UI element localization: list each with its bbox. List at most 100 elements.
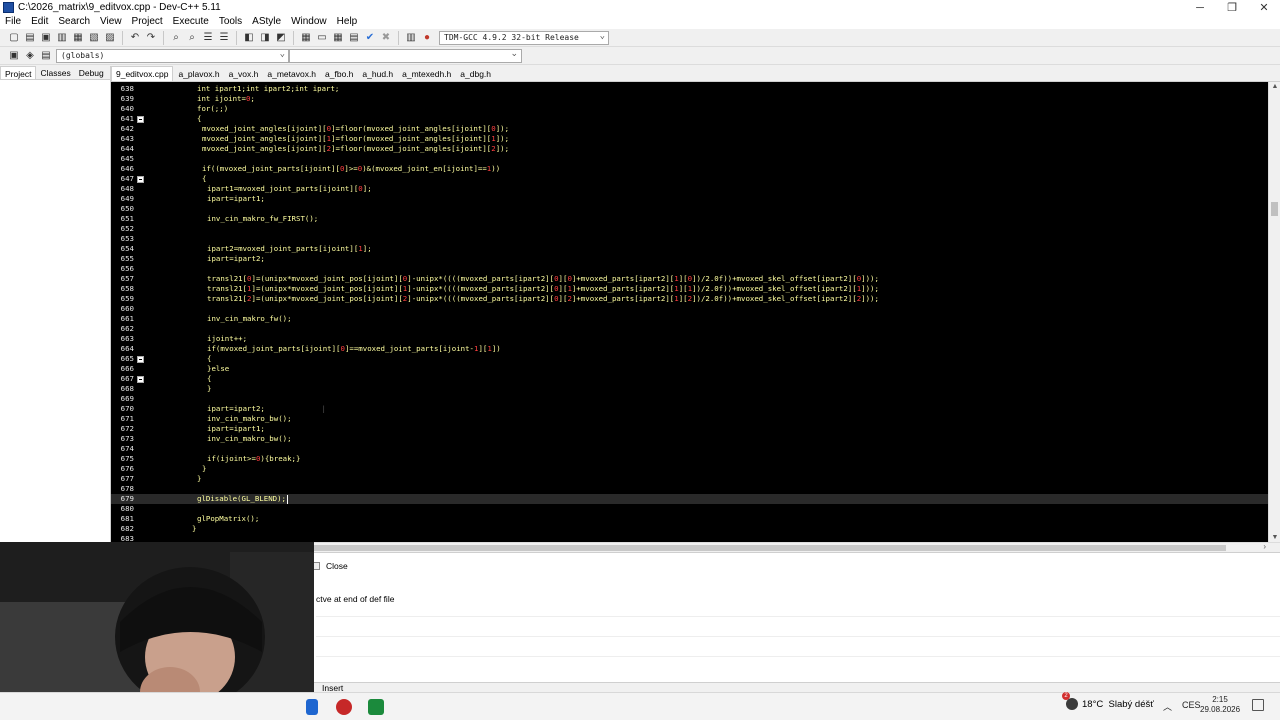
file-tab-a-plavox[interactable]: a_plavox.h [174, 67, 223, 81]
code-line[interactable]: 646 if((mvoxed_joint_parts[ijoint][0]>=0)… [111, 164, 1268, 174]
weather-widget[interactable]: 2 18°C Slabý déšť [1062, 692, 1154, 710]
code-line[interactable]: 675 if(ijoint>=0){break;} [111, 454, 1268, 464]
redo-icon[interactable]: ↷ [144, 31, 158, 45]
code-line[interactable]: 656 [111, 264, 1268, 274]
file-tab-a-fbo[interactable]: a_fbo.h [321, 67, 357, 81]
find-icon[interactable]: ⌕ [169, 31, 183, 45]
code-line[interactable]: 663 ijoint++; [111, 334, 1268, 344]
code-line[interactable]: 658 transl21[1]=(unipx*mvoxed_joint_pos[i… [111, 284, 1268, 294]
tab-debug[interactable]: Debug [75, 66, 108, 79]
insert-icon[interactable]: ▤ [39, 49, 53, 63]
unindent-icon[interactable]: ☰ [217, 31, 231, 45]
open-file-icon[interactable]: ▤ [23, 31, 37, 45]
code-line[interactable]: 672 ipart=ipart1; [111, 424, 1268, 434]
code-line[interactable]: 664 if(mvoxed_joint_parts[ijoint][0]==mvo… [111, 344, 1268, 354]
fold-toggle-icon[interactable] [137, 176, 144, 183]
fold-toggle-icon[interactable] [137, 116, 144, 123]
members-select[interactable] [289, 48, 522, 63]
code-line[interactable]: 652 [111, 224, 1268, 234]
code-line[interactable]: 667 { [111, 374, 1268, 384]
check-syntax-icon[interactable]: ✔ [363, 31, 377, 45]
code-line[interactable]: 654 ipart2=mvoxed_joint_parts[ijoint][1]; [111, 244, 1268, 254]
scroll-down-icon[interactable]: ▼ [1269, 534, 1280, 541]
goto-icon[interactable]: ◈ [23, 49, 37, 63]
replace-icon[interactable]: ⌕ [185, 31, 199, 45]
chart-icon[interactable]: ▥ [404, 31, 418, 45]
menu-execute[interactable]: Execute [168, 15, 214, 29]
compile-icon[interactable]: ▦ [299, 31, 313, 45]
code-line[interactable]: 657 transl21[0]=(unipx*mvoxed_joint_pos[i… [111, 274, 1268, 284]
close-all-icon[interactable]: ▧ [87, 31, 101, 45]
code-editor[interactable]: 638 int ipart1;int ipart2;int ipart; 639 in… [111, 82, 1268, 542]
code-line[interactable]: 650 [111, 204, 1268, 214]
menu-search[interactable]: Search [53, 15, 95, 29]
menu-help[interactable]: Help [332, 15, 363, 29]
chrome-icon[interactable] [336, 699, 352, 715]
scroll-right-icon[interactable]: › [1263, 542, 1266, 551]
code-line[interactable]: 661 inv_cin_makro_fw(); [111, 314, 1268, 324]
tab-project[interactable]: Project [0, 66, 37, 79]
code-line[interactable]: 659 transl21[2]=(unipx*mvoxed_joint_pos[i… [111, 294, 1268, 304]
menu-edit[interactable]: Edit [26, 15, 53, 29]
indent-icon[interactable]: ☰ [201, 31, 215, 45]
code-line[interactable]: 677} [111, 474, 1268, 484]
compiler-select[interactable]: TDM-GCC 4.9.2 32-bit Release [439, 30, 609, 45]
save-icon[interactable]: ▣ [39, 31, 53, 45]
code-line[interactable]: 669 [111, 394, 1268, 404]
code-line[interactable]: 647 { [111, 174, 1268, 184]
class-browser-icon[interactable]: ▣ [7, 49, 21, 63]
menu-project[interactable]: Project [127, 15, 168, 29]
code-line[interactable]: 681 glPopMatrix(); [111, 514, 1268, 524]
code-line[interactable]: 645 [111, 154, 1268, 164]
code-line[interactable]: 660 [111, 304, 1268, 314]
minimize-button[interactable]: ─ [1184, 0, 1216, 15]
fold-toggle-icon[interactable] [137, 376, 144, 383]
fold-toggle-icon[interactable] [137, 356, 144, 363]
back-icon[interactable]: ◧ [242, 31, 256, 45]
menu-tools[interactable]: Tools [214, 15, 247, 29]
stop-icon[interactable]: ✖ [379, 31, 393, 45]
rebuild-icon[interactable]: ▤ [347, 31, 361, 45]
code-line[interactable]: 651 inv_cin_makro_fw_FIRST(); [111, 214, 1268, 224]
globals-select[interactable]: (globals) [56, 48, 289, 63]
code-line[interactable]: 642 mvoxed_joint_angles[ijoint][0]=floor(… [111, 124, 1268, 134]
menu-window[interactable]: Window [286, 15, 332, 29]
code-line[interactable]: 639 int ijoint=0; [111, 94, 1268, 104]
taskbar-app-icon[interactable] [306, 699, 318, 715]
scroll-up-icon[interactable]: ▲ [1269, 83, 1280, 90]
code-line[interactable]: 683 [111, 534, 1268, 542]
new-file-icon[interactable]: ▢ [7, 31, 21, 45]
undo-icon[interactable]: ↶ [128, 31, 142, 45]
code-line[interactable]: 649 ipart=ipart1; [111, 194, 1268, 204]
code-line[interactable]: 674 [111, 444, 1268, 454]
code-line[interactable]: 673 inv_cin_makro_bw(); [111, 434, 1268, 444]
taskbar-clock[interactable]: 2:15 29.08.2026 [1200, 695, 1240, 715]
save-all-icon[interactable]: ▥ [55, 31, 69, 45]
code-line[interactable]: 655 ipart=ipart2; [111, 254, 1268, 264]
vertical-scrollbar[interactable]: ▲ ▼ [1268, 82, 1280, 542]
code-line[interactable]: 666}else [111, 364, 1268, 374]
vertical-scroll-thumb[interactable] [1271, 202, 1278, 216]
code-line[interactable]: 678 [111, 484, 1268, 494]
close-window-button[interactable]: ✕ [1248, 0, 1280, 15]
forward-icon[interactable]: ◨ [258, 31, 272, 45]
code-line[interactable]: 679 glDisable(GL_BLEND); [111, 494, 1268, 504]
close-output-button[interactable]: Close [312, 559, 348, 573]
code-line[interactable]: 665 { [111, 354, 1268, 364]
file-tab-a-hud[interactable]: a_hud.h [358, 67, 397, 81]
run-icon[interactable]: ▭ [315, 31, 329, 45]
bookmark-icon[interactable]: ◩ [274, 31, 288, 45]
notifications-icon[interactable] [1252, 699, 1264, 711]
file-tab-a-vox[interactable]: a_vox.h [225, 67, 263, 81]
code-line[interactable]: 643 mvoxed_joint_angles[ijoint][1]=floor(… [111, 134, 1268, 144]
code-line[interactable]: 640 for(;;) [111, 104, 1268, 114]
devcpp-taskbar-icon[interactable] [368, 699, 384, 715]
compile-run-icon[interactable]: ▦ [331, 31, 345, 45]
code-line[interactable]: 641 { [111, 114, 1268, 124]
code-line[interactable]: 668} [111, 384, 1268, 394]
file-tab-9-editvox[interactable]: 9_editvox.cpp [111, 66, 174, 81]
menu-view[interactable]: View [95, 15, 127, 29]
print-icon[interactable]: ▨ [103, 31, 117, 45]
maximize-button[interactable]: ❐ [1216, 0, 1248, 15]
menu-astyle[interactable]: AStyle [247, 15, 286, 29]
